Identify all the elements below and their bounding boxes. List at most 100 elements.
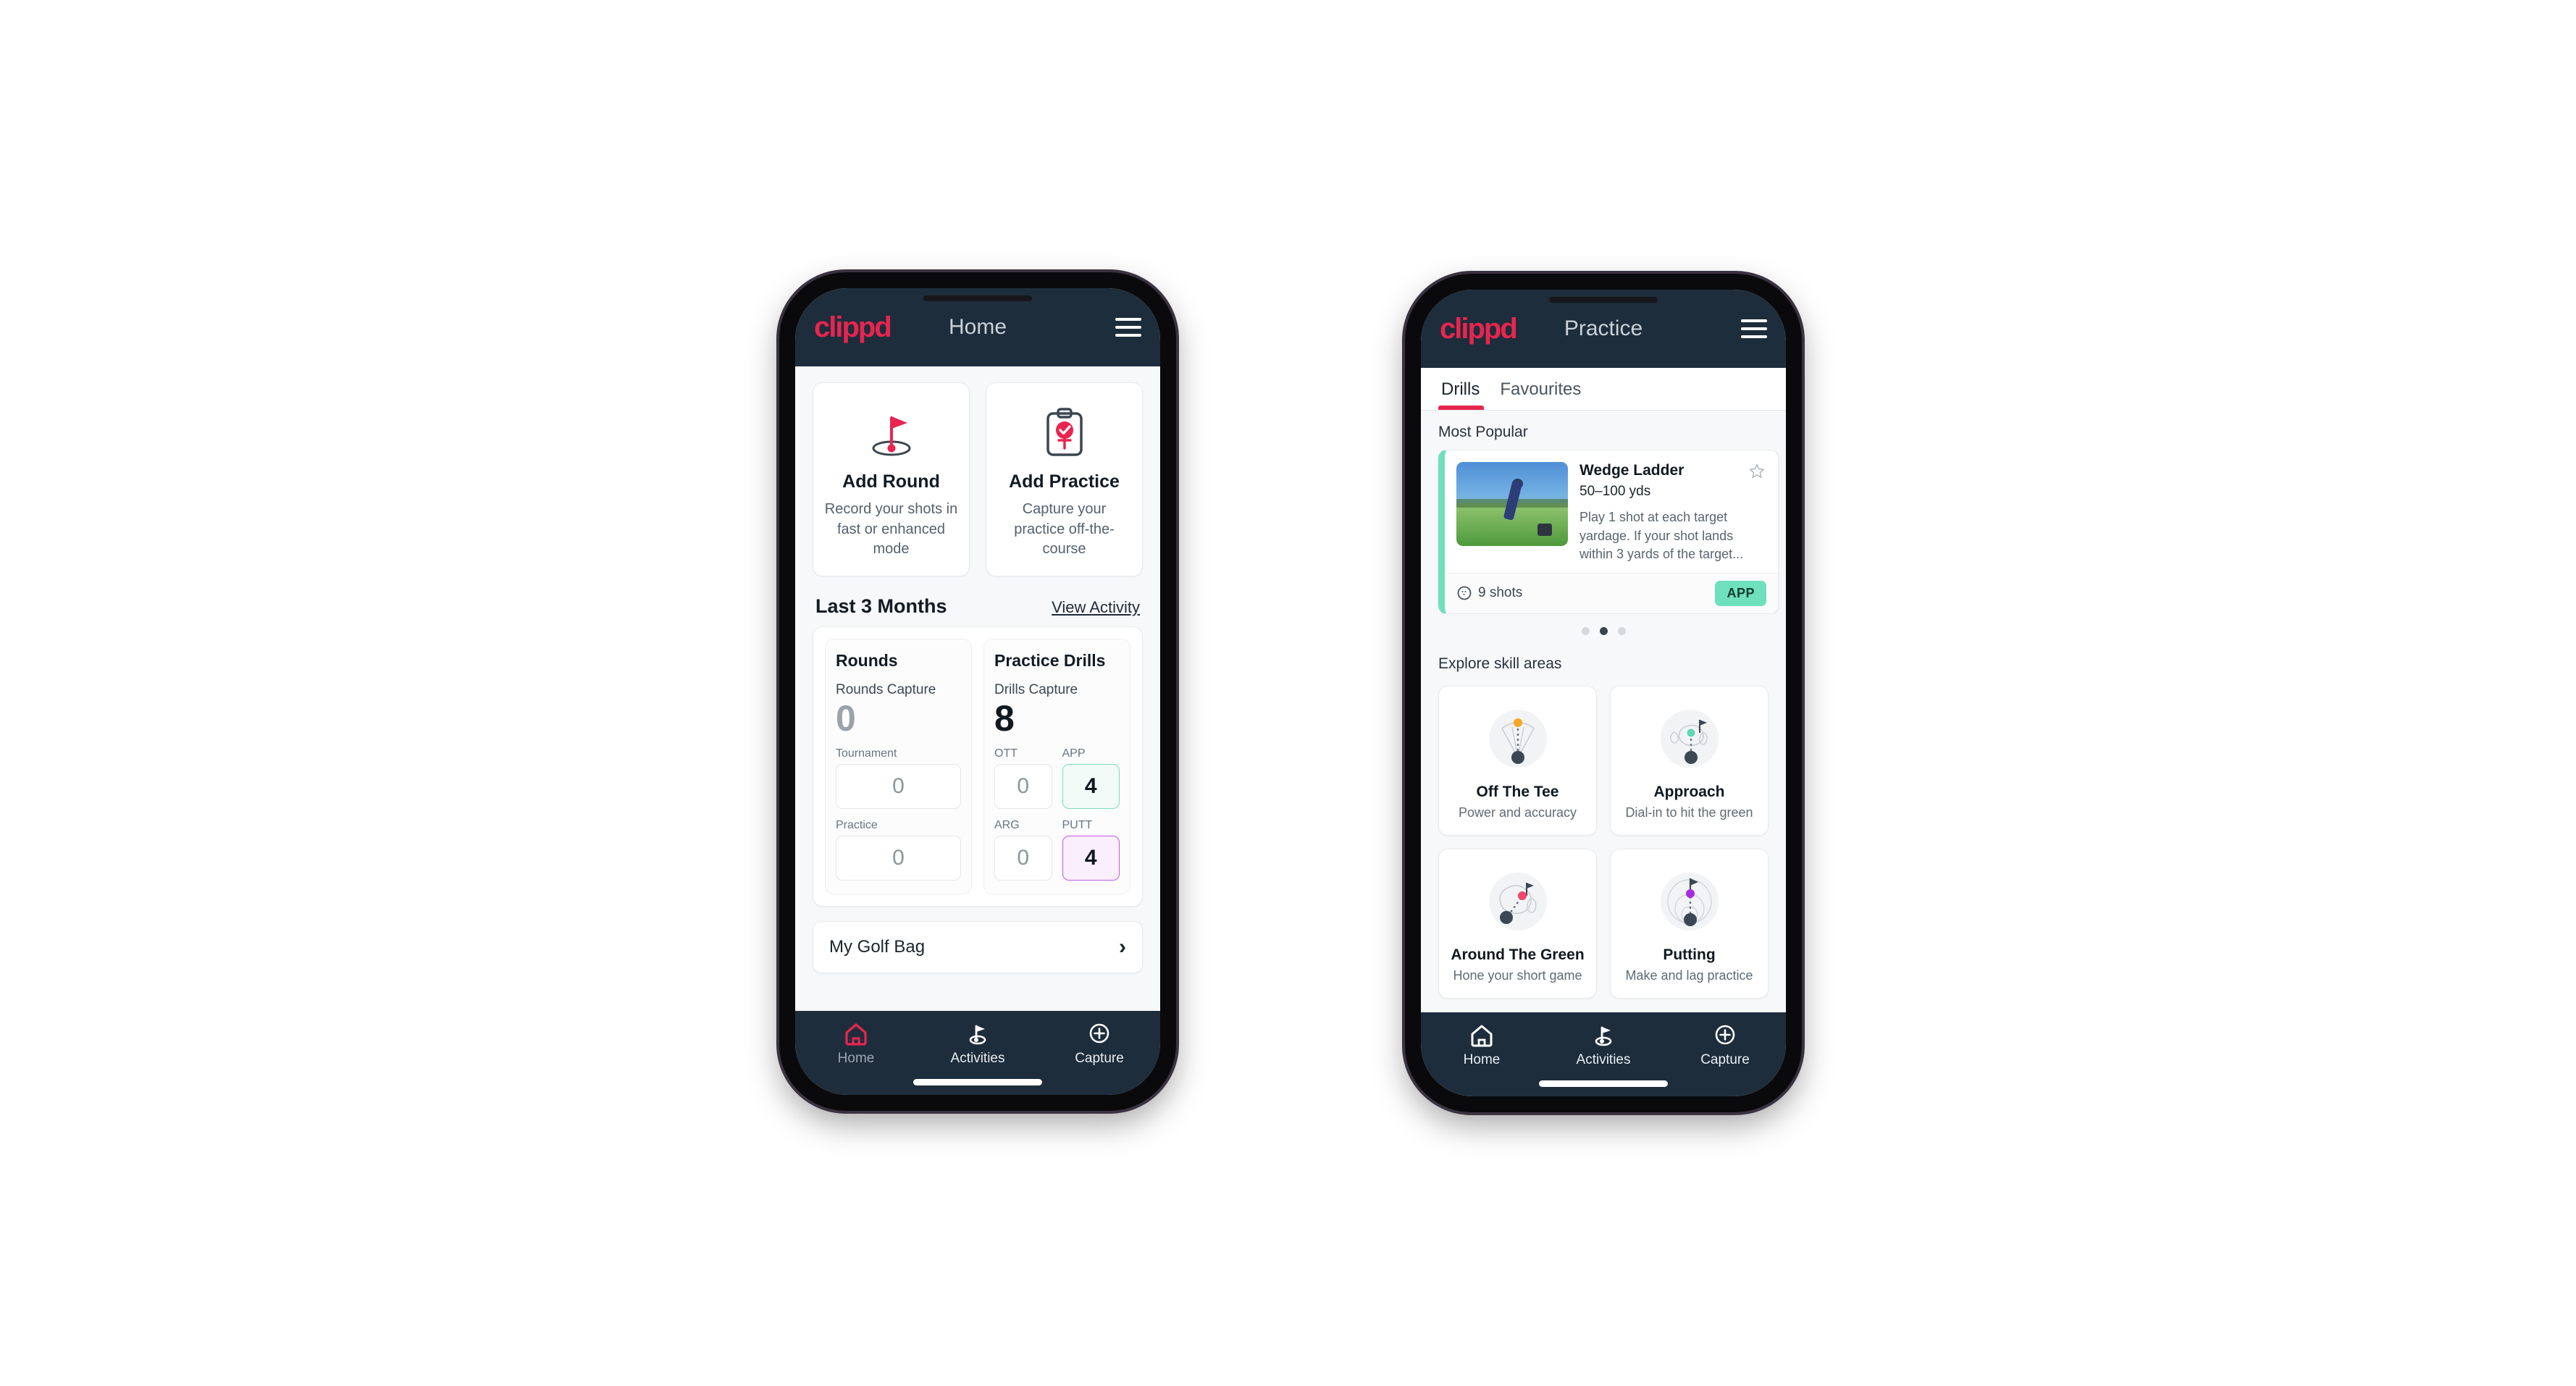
- app-label: APP: [1062, 747, 1086, 760]
- pager-dot[interactable]: [1617, 626, 1626, 635]
- hamburger-menu-icon[interactable]: [1741, 319, 1767, 338]
- around-the-green-icon: [1476, 862, 1560, 941]
- rounds-stat-column: Rounds Rounds Capture 0 Tournament 0 Pra…: [825, 638, 972, 895]
- skill-subtitle: Hone your short game: [1453, 967, 1582, 983]
- clippd-logo[interactable]: clippd: [1440, 314, 1518, 343]
- putting-icon: [1648, 862, 1732, 941]
- drill-yardage: 50–100 yds: [1579, 484, 1651, 499]
- drill-carousel[interactable]: Wedge Ladder 50–100 yds Play 1 shot at e…: [1421, 450, 1786, 614]
- skill-card-putting[interactable]: Putting Make and lag practice: [1610, 848, 1769, 999]
- skill-title: Approach: [1653, 783, 1725, 800]
- view-activity-link[interactable]: View Activity: [1052, 598, 1140, 617]
- nav-label-activities: Activities: [950, 1051, 1005, 1066]
- drills-capture-value: 8: [994, 697, 1015, 739]
- screenshot-canvas: clippd Home Add Round Record your shots …: [0, 0, 2576, 1386]
- skill-card-around-the-green[interactable]: Around The Green Hone your short game: [1438, 848, 1597, 999]
- skill-subtitle: Make and lag practice: [1625, 967, 1753, 983]
- drills-capture-label: Drills Capture: [994, 681, 1078, 697]
- carousel-pager[interactable]: [1421, 614, 1786, 642]
- pager-dot-active[interactable]: [1599, 626, 1608, 635]
- add-round-title: Add Round: [842, 471, 940, 492]
- drill-title: Wedge Ladder: [1579, 462, 1685, 479]
- phone-practice: clippd Practice Drills Favourites Most P…: [1405, 274, 1802, 1112]
- home-bottom-nav: Home Activities Capture: [795, 1011, 1160, 1095]
- clipboard-check-icon: [1039, 400, 1091, 467]
- my-golf-bag-row[interactable]: My Golf Bag ›: [813, 921, 1143, 974]
- drill-shots-label: 9 shots: [1478, 585, 1523, 601]
- home-indicator: [1539, 1080, 1668, 1087]
- section-title: Last 3 Months: [815, 595, 947, 617]
- skill-card-approach[interactable]: Approach Dial-in to hit the green: [1610, 685, 1769, 836]
- putt-value[interactable]: 4: [1062, 836, 1120, 881]
- rounds-capture-value: 0: [836, 697, 856, 739]
- skill-subtitle: Dial-in to hit the green: [1625, 805, 1753, 820]
- tournament-value[interactable]: 0: [836, 764, 961, 810]
- arg-label: ARG: [994, 819, 1020, 832]
- skill-card-off-the-tee[interactable]: Off The Tee Power and accuracy: [1438, 685, 1597, 836]
- speaker-notch: [923, 295, 1032, 301]
- drill-category-row-1: OTT 0 APP 4: [994, 737, 1120, 810]
- star-outline-icon[interactable]: [1748, 462, 1766, 481]
- quick-actions: Add Round Record your shots in fast or e…: [795, 366, 1160, 576]
- home-icon: [845, 1023, 867, 1046]
- drill-category-row-2: ARG 0 PUTT 4: [994, 809, 1120, 881]
- approach-icon: [1648, 700, 1732, 778]
- nav-item-capture[interactable]: Capture: [1664, 1024, 1786, 1068]
- home-content: Add Round Record your shots in fast or e…: [795, 366, 1160, 1011]
- add-practice-card[interactable]: Add Practice Capture your practice off-t…: [986, 382, 1143, 576]
- home-screen: clippd Home Add Round Record your shots …: [795, 288, 1160, 1095]
- rounds-heading: Rounds: [836, 650, 898, 670]
- add-round-subtitle: Record your shots in fast or enhanced mo…: [824, 501, 958, 558]
- drill-card-footer: 9 shots APP: [1445, 572, 1778, 613]
- practice-screen: clippd Practice Drills Favourites Most P…: [1421, 290, 1786, 1096]
- nav-label-capture: Capture: [1075, 1051, 1124, 1066]
- drill-card[interactable]: Wedge Ladder 50–100 yds Play 1 shot at e…: [1438, 450, 1779, 614]
- ott-value[interactable]: 0: [994, 764, 1052, 810]
- most-popular-label: Most Popular: [1438, 424, 1528, 440]
- practice-value[interactable]: 0: [836, 836, 961, 881]
- add-practice-subtitle: Capture your practice off-the-course: [1014, 501, 1115, 558]
- rounds-capture-label: Rounds Capture: [836, 681, 936, 697]
- nav-item-activities[interactable]: Activities: [1543, 1024, 1664, 1068]
- golf-ball-icon: [1457, 586, 1472, 600]
- nav-label-home: Home: [837, 1051, 875, 1066]
- app-value[interactable]: 4: [1062, 764, 1120, 810]
- drills-stat-column: Practice Drills Drills Capture 8 OTT 0 A…: [983, 638, 1130, 895]
- skill-title: Around The Green: [1451, 946, 1585, 963]
- nav-item-home[interactable]: Home: [795, 1022, 917, 1067]
- phone-home: clippd Home Add Round Record your shots …: [779, 272, 1176, 1111]
- skill-title: Putting: [1663, 946, 1716, 963]
- practice-bottom-nav: Home Activities Capture: [1421, 1012, 1786, 1096]
- pager-dot[interactable]: [1581, 626, 1590, 635]
- nav-label-activities: Activities: [1576, 1052, 1631, 1067]
- ott-label: OTT: [994, 747, 1018, 760]
- hamburger-menu-icon[interactable]: [1115, 318, 1141, 337]
- drills-heading: Practice Drills: [994, 650, 1106, 670]
- tournament-label: Tournament: [836, 747, 897, 760]
- practice-content: Drills Favourites Most Popular Wedge Lad…: [1421, 368, 1786, 1012]
- tab-drills[interactable]: Drills: [1438, 368, 1490, 410]
- golf-flag-hole-icon: [864, 400, 919, 467]
- drill-category-badge: APP: [1715, 580, 1766, 606]
- practice-label: Practice: [836, 819, 878, 832]
- home-indicator: [913, 1079, 1042, 1085]
- home-icon: [1471, 1025, 1493, 1047]
- my-golf-bag-label: My Golf Bag: [829, 937, 926, 957]
- tab-favourites[interactable]: Favourites: [1490, 368, 1591, 410]
- last-3-months-header: Last 3 Months View Activity: [795, 576, 1160, 626]
- putt-label: PUTT: [1062, 819, 1093, 832]
- skill-areas-grid: Off The Tee Power and accuracy Approach …: [1421, 681, 1786, 999]
- skill-title: Off The Tee: [1476, 783, 1559, 800]
- nav-item-activities[interactable]: Activities: [917, 1022, 1039, 1067]
- add-round-card[interactable]: Add Round Record your shots in fast or e…: [813, 382, 970, 576]
- golf-flag-icon: [969, 1025, 986, 1045]
- practice-tabs: Drills Favourites: [1421, 368, 1786, 411]
- nav-item-home[interactable]: Home: [1421, 1024, 1543, 1068]
- nav-item-capture[interactable]: Capture: [1039, 1022, 1160, 1067]
- drill-description: Play 1 shot at each target yardage. If y…: [1579, 510, 1744, 562]
- off-the-tee-icon: [1476, 700, 1560, 778]
- chevron-right-icon: ›: [1119, 935, 1126, 959]
- clippd-logo[interactable]: clippd: [814, 313, 892, 342]
- speaker-notch: [1549, 297, 1658, 303]
- arg-value[interactable]: 0: [994, 836, 1052, 881]
